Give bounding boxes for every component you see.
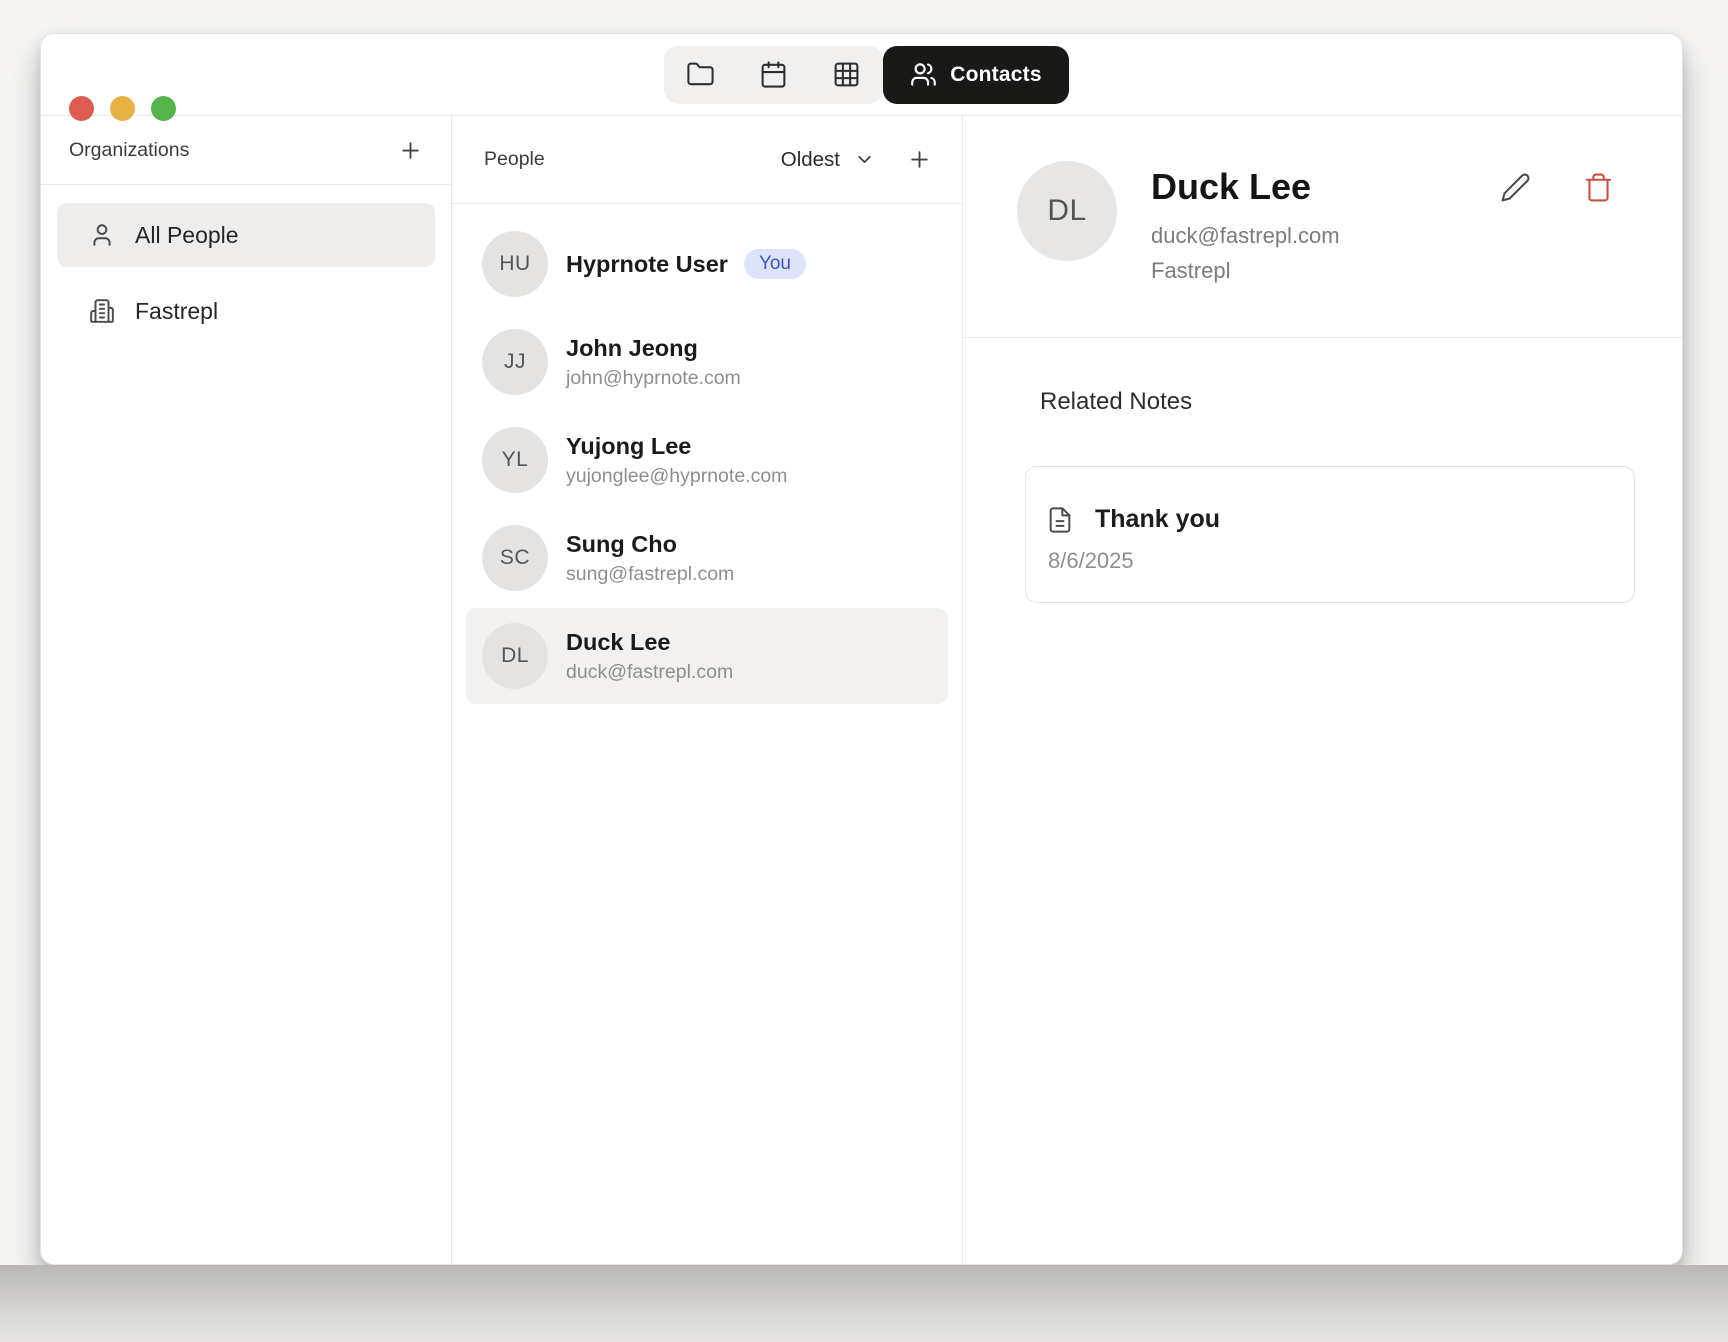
- avatar: YL: [482, 427, 548, 493]
- related-notes-title: Related Notes: [1040, 388, 1635, 416]
- contact-email: duck@fastrepl.com: [1151, 223, 1340, 249]
- person-email: yujonglee@hyprnote.com: [566, 465, 787, 488]
- contact-detail-panel: DL Duck Lee duck@fastrepl.com Fastrepl R…: [963, 116, 1682, 1264]
- minimize-window-button[interactable]: [110, 96, 135, 121]
- building-icon: [89, 298, 115, 324]
- contact-info: Duck Lee duck@fastrepl.com Fastrepl: [1151, 161, 1340, 337]
- zoom-window-button[interactable]: [151, 96, 176, 121]
- delete-contact-button[interactable]: [1579, 168, 1618, 207]
- person-email: duck@fastrepl.com: [566, 661, 733, 684]
- contact-avatar: DL: [1017, 161, 1117, 261]
- view-switcher-group: [664, 46, 883, 104]
- add-person-button[interactable]: [903, 143, 936, 176]
- folder-icon: [686, 60, 715, 89]
- sidebar-item-label: Fastrepl: [135, 298, 218, 325]
- person-name: Sung Cho: [566, 531, 677, 558]
- organizations-list: All People Fastrepl: [41, 185, 451, 373]
- avatar: SC: [482, 525, 548, 591]
- tab-table[interactable]: [810, 46, 883, 104]
- sidebar-item-fastrepl[interactable]: Fastrepl: [57, 279, 435, 343]
- avatar-initials: JJ: [504, 350, 526, 374]
- avatar-initials: SC: [500, 546, 530, 570]
- avatar: HU: [482, 231, 548, 297]
- person-name: Hyprnote User: [566, 251, 728, 278]
- view-switcher: Contacts: [664, 46, 1068, 104]
- table-icon: [832, 60, 861, 89]
- person-name: John Jeong: [566, 335, 698, 362]
- people-title: People: [484, 148, 545, 171]
- note-row: Thank you: [1046, 505, 1610, 534]
- people-header: People Oldest: [452, 116, 962, 204]
- sort-dropdown-value: Oldest: [781, 148, 840, 172]
- desktop-floor-shadow: [0, 1265, 1728, 1342]
- avatar-initials: HU: [499, 252, 530, 276]
- note-card[interactable]: Thank you 8/6/2025: [1025, 466, 1635, 603]
- plus-icon: [398, 138, 423, 163]
- pencil-icon: [1500, 172, 1531, 203]
- avatar-initials: DL: [501, 644, 529, 668]
- person-row-duck-lee[interactable]: DL Duck Lee duck@fastrepl.com: [466, 608, 948, 704]
- person-row-hyprnote-user[interactable]: HU Hyprnote User You: [466, 216, 948, 312]
- tab-calendar[interactable]: [737, 46, 810, 104]
- note-date: 8/6/2025: [1048, 548, 1610, 574]
- plus-icon: [907, 147, 932, 172]
- organizations-title: Organizations: [69, 139, 189, 162]
- person-row-john-jeong[interactable]: JJ John Jeong john@hyprnote.com: [466, 314, 948, 410]
- people-list: HU Hyprnote User You JJ John Jeong john@…: [452, 204, 962, 1264]
- sidebar-item-label: All People: [135, 222, 239, 249]
- calendar-icon: [759, 60, 788, 89]
- organizations-header: Organizations: [41, 116, 451, 185]
- titlebar: Contacts: [41, 34, 1682, 116]
- note-icon: [1046, 506, 1074, 534]
- person-email: john@hyprnote.com: [566, 367, 741, 390]
- edit-contact-button[interactable]: [1496, 168, 1535, 207]
- person-text: Duck Lee duck@fastrepl.com: [566, 629, 733, 684]
- person-text: Yujong Lee yujonglee@hyprnote.com: [566, 433, 787, 488]
- contact-avatar-initials: DL: [1047, 194, 1086, 228]
- contact-detail-header: DL Duck Lee duck@fastrepl.com Fastrepl: [963, 116, 1682, 338]
- person-name: Duck Lee: [566, 629, 671, 656]
- person-text: John Jeong john@hyprnote.com: [566, 335, 741, 390]
- person-text: Hyprnote User You: [566, 249, 806, 279]
- avatar: JJ: [482, 329, 548, 395]
- contact-actions: [1496, 168, 1618, 207]
- sort-dropdown[interactable]: Oldest: [781, 148, 875, 172]
- app-window: Contacts Organizations All People Fastre…: [40, 33, 1683, 1265]
- contact-detail-body: Related Notes Thank you 8/6/2025: [963, 338, 1682, 603]
- avatar-initials: YL: [502, 448, 529, 472]
- person-icon: [89, 222, 115, 248]
- person-name: Yujong Lee: [566, 433, 691, 460]
- person-row-yujong-lee[interactable]: YL Yujong Lee yujonglee@hyprnote.com: [466, 412, 948, 508]
- tab-contacts-label: Contacts: [950, 63, 1041, 87]
- contact-name: Duck Lee: [1151, 167, 1340, 207]
- tab-folder[interactable]: [664, 46, 737, 104]
- contacts-icon: [910, 61, 937, 88]
- window-controls: [69, 96, 176, 121]
- people-controls: Oldest: [781, 143, 936, 176]
- person-row-sung-cho[interactable]: SC Sung Cho sung@fastrepl.com: [466, 510, 948, 606]
- add-organization-button[interactable]: [394, 134, 427, 167]
- tab-contacts[interactable]: Contacts: [883, 46, 1068, 104]
- you-badge: You: [744, 249, 806, 279]
- organizations-sidebar: Organizations All People Fastrepl: [41, 116, 452, 1264]
- person-text: Sung Cho sung@fastrepl.com: [566, 531, 734, 586]
- sidebar-item-all-people[interactable]: All People: [57, 203, 435, 267]
- chevron-down-icon: [854, 149, 875, 170]
- main-content: Organizations All People Fastrepl People: [41, 116, 1682, 1264]
- contact-organization: Fastrepl: [1151, 258, 1340, 284]
- close-window-button[interactable]: [69, 96, 94, 121]
- people-column: People Oldest HU Hyprnote U: [452, 116, 963, 1264]
- trash-icon: [1583, 172, 1614, 203]
- person-email: sung@fastrepl.com: [566, 563, 734, 586]
- avatar: DL: [482, 623, 548, 689]
- note-title: Thank you: [1095, 505, 1220, 534]
